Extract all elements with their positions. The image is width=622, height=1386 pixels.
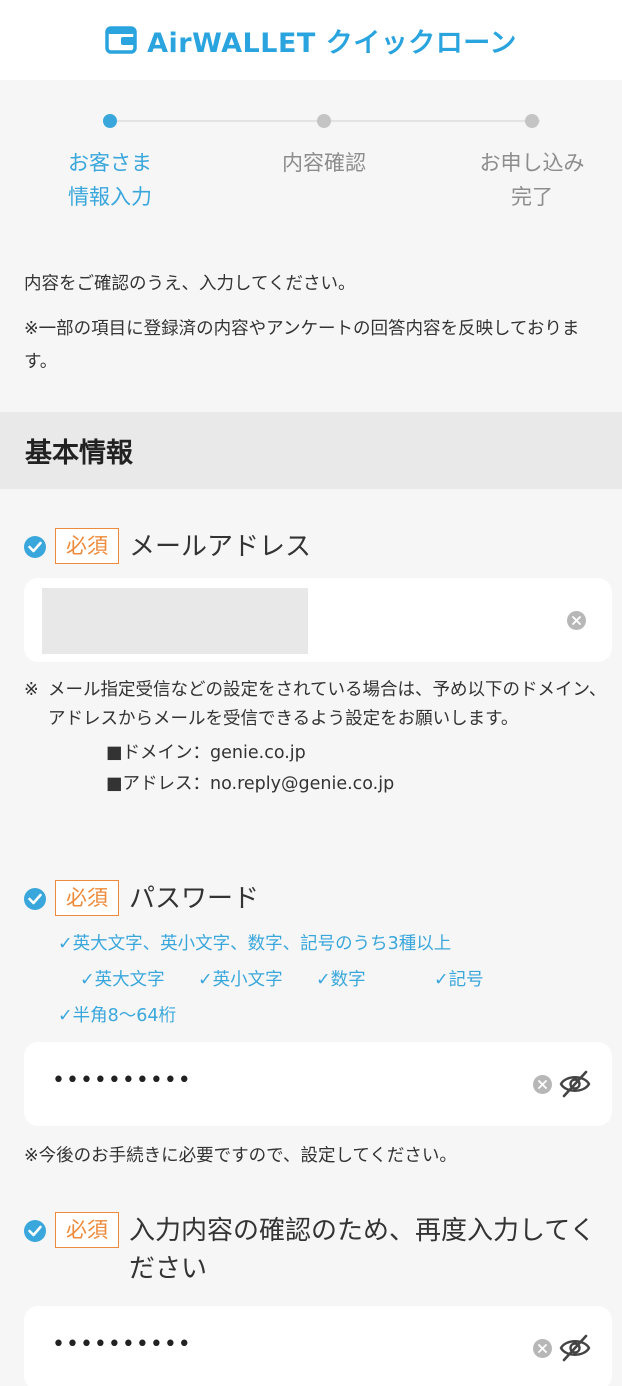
domain-line: ■ドメイン：genie.co.jp [106,743,306,763]
rule-lower: ✓英小文字 [198,970,283,990]
note-body: メール指定受信などの設定をされている場合は、予め以下のドメイン、アドレスからメー… [48,680,607,729]
required-badge: 必須 [55,880,119,916]
email-input[interactable] [24,578,612,662]
password-confirm-input[interactable]: •••••••••• [24,1306,612,1386]
step-complete: お申し込み 完了 [452,114,612,214]
intro-note: ※一部の項目に登録済の内容やアンケートの回答内容を反映しております。 [24,319,580,372]
rule-subtypes: ✓英大文字 ✓英小文字 ✓数字 ✓記号 [58,962,618,998]
logo: AirWALLET クイックローン [105,21,517,60]
password-confirm-label-row: 必須 入力内容の確認のため、再度入力してください [24,1212,604,1288]
rule-length: ✓半角8〜64桁 [58,1006,177,1026]
required-badge: 必須 [55,1212,119,1248]
email-label: メールアドレス [129,532,312,562]
check-circle-icon [24,1220,46,1242]
email-label-row: 必須 メールアドレス [24,528,311,566]
step-dot [525,114,539,128]
password-value: •••••••••• [52,1068,192,1093]
step-label: 内容確認 [282,151,366,175]
step-dot [317,114,331,128]
step-label: お申し込み 完了 [479,151,585,209]
rule-upper: ✓英大文字 [80,970,165,990]
step-dot-active [103,114,117,128]
password-label: パスワード [129,884,260,914]
eye-off-icon[interactable] [559,1334,591,1362]
rule-types: ✓英大文字、英小文字、数字、記号のうち3種以上 [58,934,452,954]
step-label: お客さま 情報入力 [68,151,152,209]
wallet-icon [105,26,137,54]
password-input[interactable]: •••••••••• [24,1042,612,1126]
logo-text: AirWALLET クイックローン [147,27,517,59]
password-label-row: 必須 パスワード [24,880,259,918]
required-badge: 必須 [55,528,119,564]
intro-line: 内容をご確認のうえ、入力してください。 [24,274,356,294]
clear-icon[interactable] [533,1075,552,1094]
password-confirm-label: 入力内容の確認のため、再度入力してください [129,1216,596,1284]
check-circle-icon [24,888,46,910]
check-circle-icon [24,536,46,558]
email-note: ※ メール指定受信などの設定をされている場合は、予め以下のドメイン、アドレスから… [24,676,609,800]
app-header: AirWALLET クイックローン [0,0,622,80]
address-line: ■アドレス：no.reply@genie.co.jp [106,774,395,794]
clear-icon[interactable] [533,1339,552,1358]
rule-digit: ✓数字 [316,970,366,990]
section-title: 基本情報 [25,438,133,469]
email-value-redacted [42,588,308,654]
step-confirm: 内容確認 [244,114,404,180]
note-mark: ※ [24,680,39,700]
password-note: ※今後のお手続きに必要ですので、設定してください。 [24,1146,457,1166]
eye-off-icon[interactable] [559,1070,591,1098]
clear-icon[interactable] [567,611,586,630]
password-confirm-value: •••••••••• [52,1332,192,1357]
step-customer-info: お客さま 情報入力 [30,114,190,214]
progress-stepper: お客さま 情報入力 内容確認 お申し込み 完了 [0,108,622,228]
password-rules: ✓英大文字、英小文字、数字、記号のうち3種以上 ✓英大文字 ✓英小文字 ✓数字 ✓記号… [58,926,618,1034]
intro-text: 内容をご確認のうえ、入力してください。 ※一部の項目に登録済の内容やアンケートの… [24,268,604,379]
rule-symbol: ✓記号 [434,970,484,990]
section-header-basic-info: 基本情報 [0,412,622,489]
